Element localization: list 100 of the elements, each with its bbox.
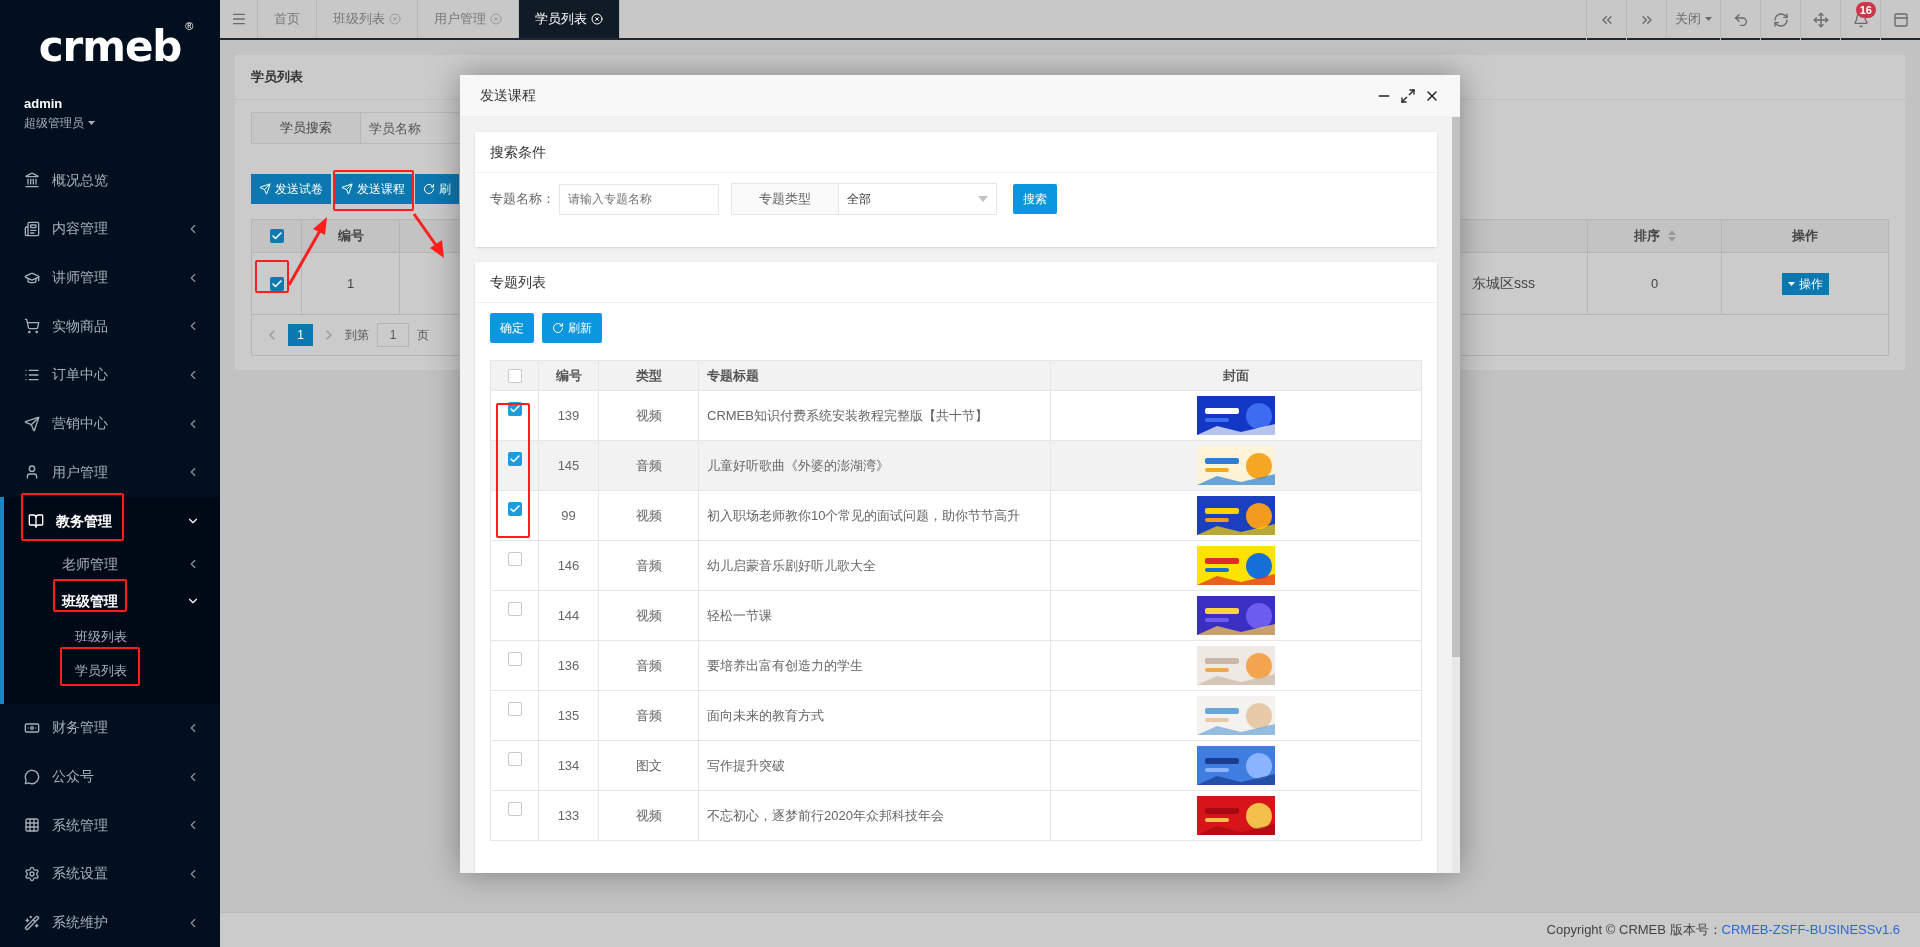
refresh-button[interactable]: 刷	[415, 174, 459, 204]
caret-icon	[88, 120, 95, 125]
send-button[interactable]: 发送课程	[333, 174, 413, 204]
submenu-item[interactable]: 班级管理	[4, 582, 220, 620]
table-cell-text: 写作提升突破	[707, 756, 785, 775]
table-cell-text: 135	[557, 706, 580, 725]
newspaper-icon	[24, 220, 40, 237]
table-cell-text: 146	[557, 556, 580, 575]
table-cell-text: 面向未来的教育方式	[707, 706, 824, 725]
table-row[interactable]: 136 音频 要培养出富有创造力的学生	[491, 640, 1421, 690]
checkbox[interactable]	[507, 552, 522, 566]
caret-icon	[1787, 281, 1795, 286]
table-cell-text: 99	[561, 506, 576, 525]
confirm-button[interactable]: 确定	[490, 313, 534, 343]
card-title: 专题列表	[490, 272, 546, 292]
user-role[interactable]: 超级管理员	[24, 113, 84, 132]
checkbox[interactable]	[507, 702, 522, 716]
table-cell-text: 图文	[635, 756, 662, 775]
table-row[interactable]: 146 音频 幼儿启蒙音乐剧好听儿歌大全	[491, 540, 1421, 590]
table-row[interactable]: 144 视频 轻松一节课	[491, 590, 1421, 640]
refresh-button[interactable]: 刷新	[542, 313, 602, 343]
table-cell-text: 145	[557, 456, 580, 475]
sidebar-item[interactable]: 公众号	[0, 752, 220, 801]
sidebar-item[interactable]: 讲师管理	[0, 253, 220, 302]
tab[interactable]: 学员列表	[519, 0, 620, 38]
sort-icon[interactable]	[1667, 230, 1676, 242]
table-cell-text: 轻松一节课	[707, 606, 772, 625]
table-cell-text: 视频	[635, 806, 662, 825]
table-row[interactable]: 133 视频 不忘初心，逐梦前行2020年众邦科技年会	[491, 790, 1421, 840]
table-cell-text: 视频	[635, 406, 662, 425]
send-button[interactable]: 发送试卷	[251, 174, 331, 204]
caret-icon	[978, 196, 988, 202]
page-label: 页	[417, 327, 429, 344]
column-header: 排序	[1633, 227, 1660, 246]
dialog-title: 发送课程	[480, 86, 537, 105]
panel-title: 学员列表	[251, 68, 303, 87]
checkbox[interactable]	[507, 602, 522, 616]
sidebar-item[interactable]: 系统维护	[0, 898, 220, 947]
search-button[interactable]: 搜索	[1013, 184, 1057, 214]
sidebar-item[interactable]: 系统设置	[0, 849, 220, 899]
table-cell-text: 东城区sss	[1472, 274, 1535, 293]
page-number[interactable]: 1	[288, 324, 313, 346]
sidebar-item[interactable]: 教务管理	[4, 496, 220, 546]
scrollbar[interactable]	[1452, 117, 1460, 873]
sidebar-item[interactable]: 系统管理	[0, 800, 220, 850]
maximize-icon[interactable]	[1400, 87, 1416, 104]
table-cell-text: 134	[557, 756, 580, 775]
annotation-frame	[255, 260, 289, 293]
refresh-icon	[552, 322, 564, 334]
table-row[interactable]: 99 视频 初入职场老师教你10个常见的面试问题，助你节节高升	[491, 490, 1421, 540]
action-button[interactable]: 操作	[1781, 272, 1829, 295]
version-link[interactable]: CRMEB-ZSFF-BUSINESSv1.6	[1721, 920, 1900, 940]
sidebar-item[interactable]: 财务管理	[0, 703, 220, 753]
sidebar-item[interactable]: 实物商品	[0, 301, 220, 351]
table-cell-text: CRMEB知识付费系统安装教程完整版【共十节】	[707, 406, 988, 425]
topic-name-field[interactable]: 请输入专题名称	[559, 183, 719, 215]
sidebar-item[interactable]: 内容管理	[0, 204, 220, 254]
table-cell-text: 视频	[635, 606, 662, 625]
table-cell-text: 136	[557, 656, 580, 675]
chat-icon	[24, 768, 40, 785]
table-cell-text: 幼儿启蒙音乐剧好听儿歌大全	[707, 556, 876, 575]
submenu-item[interactable]: 班级列表	[4, 619, 220, 654]
table-row[interactable]: 145 音频 儿童好听歌曲《外婆的澎湖湾》	[491, 440, 1421, 490]
sidebar-item[interactable]: 概况总览	[0, 155, 220, 205]
field-label: 专题类型	[731, 183, 839, 215]
table-cell-text: 儿童好听歌曲《外婆的澎湖湾》	[707, 456, 889, 475]
checkbox[interactable]	[507, 652, 522, 666]
paper-plane-icon	[24, 415, 40, 432]
submenu-item[interactable]: 学员列表	[4, 653, 220, 688]
sidebar-item[interactable]: 订单中心	[0, 350, 220, 400]
table-cell-text: 音频	[635, 456, 662, 475]
checkbox[interactable]	[507, 452, 522, 466]
paper-plane-icon	[341, 183, 353, 195]
table-row[interactable]: 135 音频 面向未来的教育方式	[491, 690, 1421, 740]
table-cell-text: 要培养出富有创造力的学生	[707, 656, 863, 675]
checkbox[interactable]	[507, 802, 522, 816]
table-cell-text: 139	[557, 406, 580, 425]
wand-icon	[24, 914, 40, 931]
user-icon	[24, 464, 40, 481]
type-select[interactable]: 全部	[839, 183, 997, 215]
copyright-text: Copyright © CRMEB 版本号：	[1546, 921, 1722, 940]
close-menu-button[interactable]: 关闭	[1666, 0, 1720, 38]
checkbox[interactable]	[507, 368, 522, 383]
checkbox[interactable]	[269, 276, 284, 291]
card-title: 搜索条件	[490, 142, 546, 162]
sidebar-item[interactable]: 营销中心	[0, 399, 220, 448]
table-cell-text: 音频	[635, 556, 662, 575]
notification-badge: 16	[1855, 2, 1876, 18]
table-cell-text: 144	[557, 606, 580, 625]
checkbox[interactable]	[269, 229, 284, 243]
refresh-icon	[423, 183, 435, 195]
checkbox[interactable]	[507, 752, 522, 766]
sidebar-item[interactable]: 用户管理	[0, 447, 220, 497]
table-cell-text: 视频	[635, 506, 662, 525]
table-row[interactable]: 139 视频 CRMEB知识付费系统安装教程完整版【共十节】	[491, 390, 1421, 440]
table-row[interactable]: 134 图文 写作提升突破	[491, 740, 1421, 790]
checkbox[interactable]	[507, 502, 522, 516]
bank-icon	[24, 172, 40, 189]
submenu-item[interactable]: 老师管理	[4, 545, 220, 583]
page-input[interactable]: 1	[377, 323, 409, 347]
